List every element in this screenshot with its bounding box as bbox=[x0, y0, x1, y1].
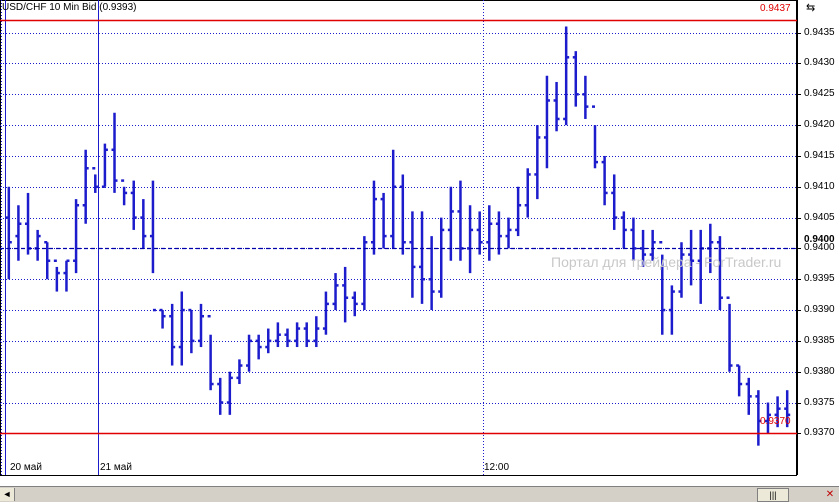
chart-title: USD/CHF 10 Min Bid (0.9393) bbox=[2, 2, 137, 13]
y-axis-tick: 0.9380 bbox=[804, 365, 835, 377]
y-axis-tick: 0.9415 bbox=[804, 149, 835, 161]
y-axis-tick: 0.9400 bbox=[804, 242, 835, 254]
watermark-text: Портал для трейдера - ForTrader.ru bbox=[551, 254, 782, 270]
x-axis-tick: 12:00 bbox=[484, 462, 510, 473]
horizontal-scrollbar[interactable]: ◄ ||| ✕ bbox=[0, 486, 839, 502]
y-axis-tick: 0.9410 bbox=[804, 180, 835, 192]
close-icon[interactable]: ✕ bbox=[823, 488, 837, 501]
y-axis-tick: 0.9430 bbox=[804, 57, 835, 69]
y-axis-tick: 0.9425 bbox=[804, 88, 835, 100]
zoom-to-fit-icon[interactable]: ⇆ bbox=[806, 1, 815, 14]
y-axis-tick: 0.9420 bbox=[804, 119, 835, 131]
y-axis-tick: 0.9405 bbox=[804, 211, 835, 223]
plot-frame bbox=[0, 0, 797, 476]
scroll-left-button[interactable]: ◄ bbox=[0, 488, 15, 501]
scroll-thumb[interactable]: ||| bbox=[757, 488, 789, 502]
y-axis-tick: 0.9375 bbox=[804, 396, 835, 408]
bottom-level-price-tag: 0.9370 bbox=[760, 416, 791, 427]
y-axis-tick: 0.9435 bbox=[804, 26, 835, 38]
y-axis-tick: 0.9390 bbox=[804, 304, 835, 316]
price-chart[interactable] bbox=[0, 0, 839, 501]
y-axis-tick: 0.9370 bbox=[804, 427, 835, 439]
y-axis-tick: 0.9385 bbox=[804, 334, 835, 346]
top-level-price-tag: 0.9437 bbox=[758, 3, 793, 15]
x-axis-tick: 21 май bbox=[100, 462, 132, 473]
x-axis-tick: 20 май bbox=[10, 462, 42, 473]
y-axis-tick: 0.9395 bbox=[804, 273, 835, 285]
